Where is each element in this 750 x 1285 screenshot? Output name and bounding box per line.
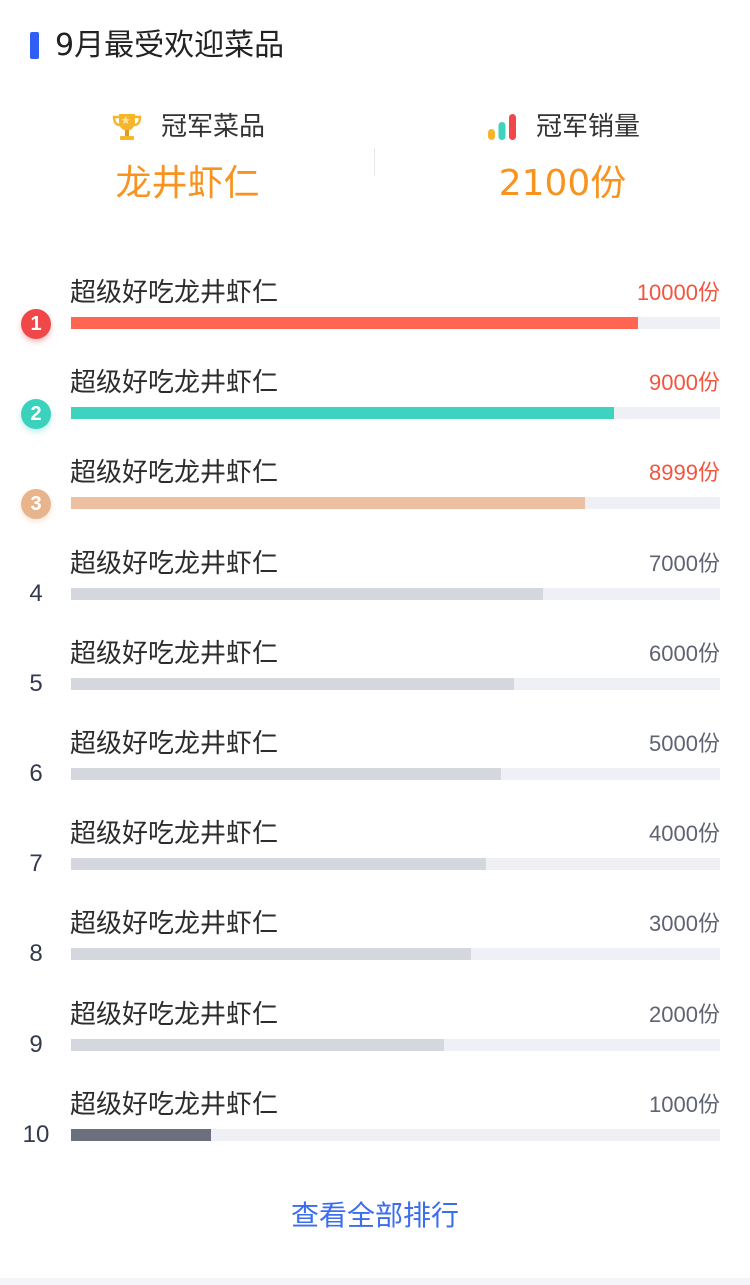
ranking-row: 9 超级好吃龙井虾仁 2000份 [0,990,750,1080]
rank-badge: 2 [21,399,51,429]
dish-sales-value: 3000份 [649,911,720,936]
sales-bar-fill [71,1039,445,1051]
sales-bar-track [71,678,720,690]
bar-chart-icon [485,110,519,144]
dish-sales-value: 8999份 [649,460,720,485]
trophy-icon [110,110,144,144]
dish-sales-value: 6000份 [649,641,720,666]
ranking-row: 3 超级好吃龙井虾仁 8999份 [0,448,750,538]
ranking-row: 4 超级好吃龙井虾仁 7000份 [0,539,750,629]
dish-sales-value: 1000份 [649,1092,720,1117]
rank-number: 7 [29,850,43,877]
champion-dish-label: 冠军菜品 [161,112,266,142]
champion-sales: 冠军销量 2100份 [375,100,750,220]
sales-bar-track [71,588,720,600]
dish-name: 超级好吃龙井虾仁 [70,368,279,398]
champion-sales-value: 2100份 [498,163,627,204]
sales-bar-fill [71,497,585,509]
view-all-ranking-label[interactable]: 查看全部排行 [291,1196,459,1236]
rank-number: 4 [29,580,43,607]
rank-number: 9 [29,1031,43,1058]
sales-bar-track [71,497,720,509]
dish-name: 超级好吃龙井虾仁 [70,278,279,308]
champion-sales-header: 冠军销量 [375,110,750,146]
dish-name: 超级好吃龙井虾仁 [70,549,279,579]
dish-name: 超级好吃龙井虾仁 [70,909,279,939]
champion-sales-label: 冠军销量 [536,112,641,142]
dish-sales-value: 4000份 [649,821,720,846]
dish-name: 超级好吃龙井虾仁 [70,458,279,488]
sales-bar-track [71,1129,720,1141]
rank-number: 8 [29,940,43,967]
sales-bar-fill [71,317,638,329]
ranking-row: 5 超级好吃龙井虾仁 6000份 [0,629,750,719]
dish-name: 超级好吃龙井虾仁 [70,639,279,669]
sales-bar-fill [71,678,514,690]
dish-sales-value: 9000份 [649,370,720,395]
sales-bar-track [71,768,720,780]
sales-bar-fill [71,768,501,780]
rank-number: 5 [29,670,43,697]
sales-bar-track [71,317,720,329]
section-header: 9月最受欢迎菜品 [0,0,750,92]
view-all-ranking-link[interactable]: 查看全部排行 [0,1196,750,1236]
sales-bar-track [71,1039,720,1051]
ranking-row: 1 超级好吃龙井虾仁 10000份 [0,268,750,358]
ranking-row: 2 超级好吃龙井虾仁 9000份 [0,358,750,448]
rank-badge: 3 [21,489,51,519]
dish-sales-value: 10000份 [636,280,720,305]
sales-bar-fill [71,948,472,960]
bottom-divider [0,1278,750,1285]
sales-bar-track [71,407,720,419]
champion-dish: 冠军菜品 龙井虾仁 [0,100,375,220]
sales-bar-fill [71,858,486,870]
champion-dish-header: 冠军菜品 [0,110,375,146]
dish-sales-value: 7000份 [649,551,720,576]
rank-badge: 1 [21,309,51,339]
rank-number: 10 [22,1121,50,1148]
champion-summary: 冠军菜品 龙井虾仁 冠军销量 2100份 [0,100,750,220]
ranking-row: 8 超级好吃龙井虾仁 3000份 [0,899,750,989]
dish-name: 超级好吃龙井虾仁 [70,729,279,759]
rank-number: 6 [29,760,43,787]
champion-dish-value: 龙井虾仁 [115,163,260,204]
sales-bar-track [71,858,720,870]
dish-name: 超级好吃龙井虾仁 [70,1000,279,1030]
ranking-row: 10 超级好吃龙井虾仁 1000份 [0,1080,750,1170]
dish-sales-value: 5000份 [649,731,720,756]
dish-name: 超级好吃龙井虾仁 [70,1090,279,1120]
page-title: 9月最受欢迎菜品 [55,28,285,63]
sales-bar-fill [71,407,615,419]
header-accent-bar [30,32,39,59]
ranking-row: 6 超级好吃龙井虾仁 5000份 [0,719,750,809]
ranking-row: 7 超级好吃龙井虾仁 4000份 [0,809,750,899]
sales-bar-fill [71,1129,211,1141]
sales-bar-track [71,948,720,960]
dish-sales-value: 2000份 [649,1002,720,1027]
dish-name: 超级好吃龙井虾仁 [70,819,279,849]
sales-bar-fill [71,588,543,600]
